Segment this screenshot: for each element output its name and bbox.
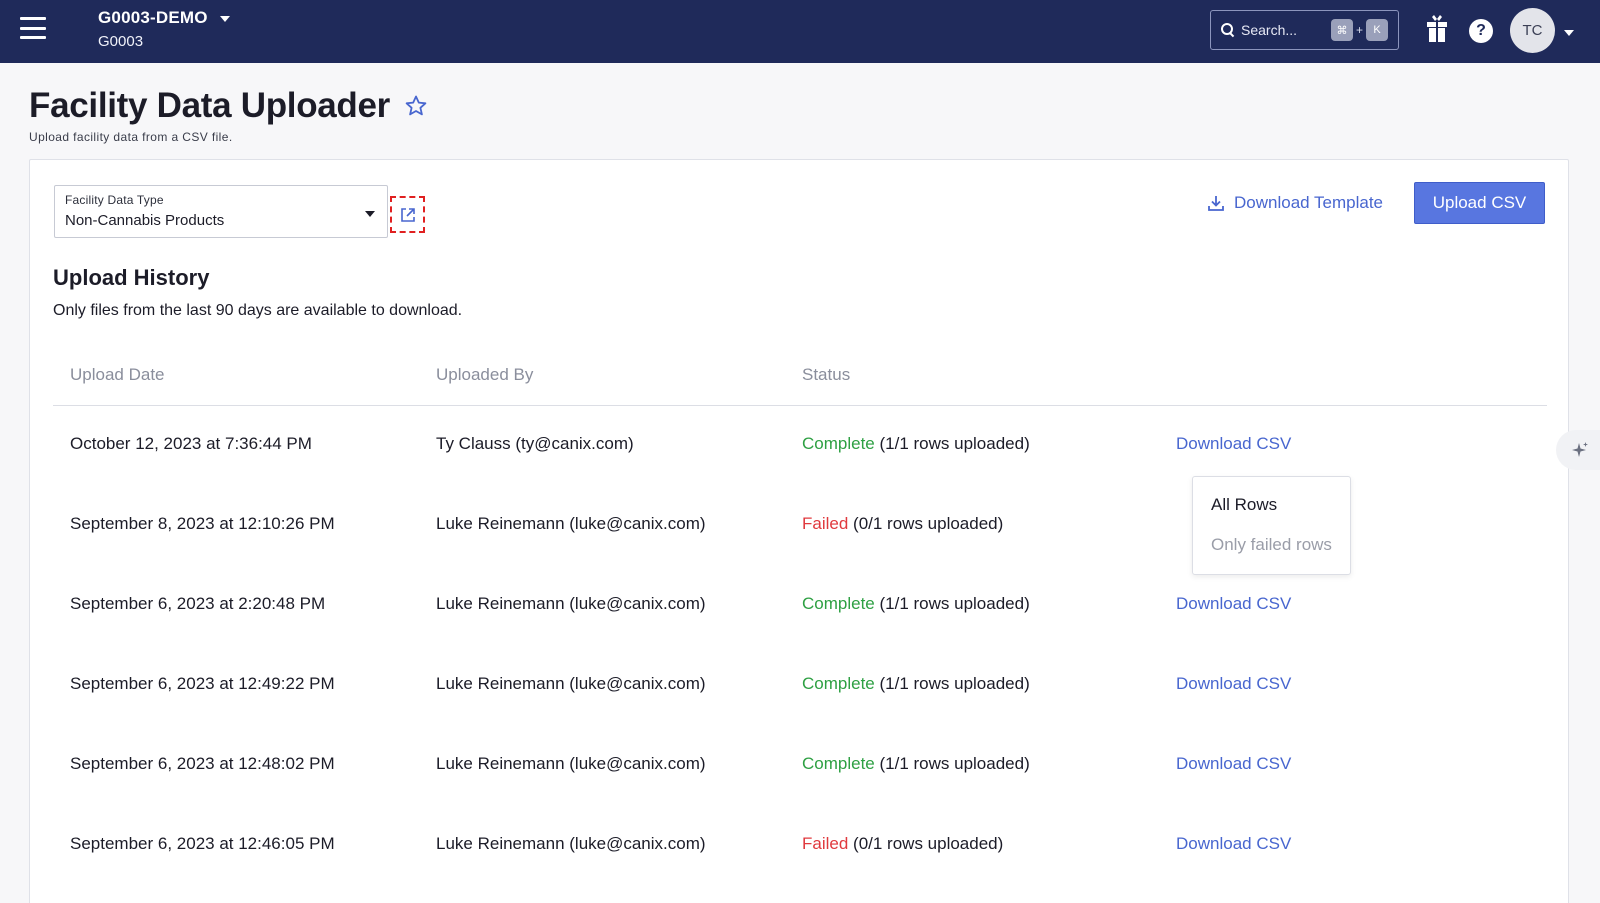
search-input[interactable]: Search... ⌘ + K <box>1210 10 1399 50</box>
uploaded-by: Luke Reinemann (luke@canix.com) <box>436 514 706 533</box>
menu-item-all-rows[interactable]: All Rows <box>1193 495 1350 535</box>
external-link-button[interactable] <box>390 196 425 233</box>
table-row: September 6, 2023 at 12:49:22 PM Luke Re… <box>53 646 1547 726</box>
status: Complete (1/1 rows uploaded) <box>802 434 1030 454</box>
download-csv-link[interactable]: Download CSV <box>1176 754 1291 774</box>
column-header-uploaded-by[interactable]: Uploaded By <box>436 365 533 385</box>
ai-assistant-button[interactable] <box>1556 430 1600 470</box>
status-detail: (1/1 rows uploaded) <box>874 594 1030 613</box>
top-bar: G0003-DEMO G0003 Search... ⌘ + K ? TC <box>0 0 1600 63</box>
gift-icon[interactable] <box>1425 15 1449 43</box>
sparkle-icon <box>1572 442 1588 457</box>
table-row: September 6, 2023 at 12:48:02 PM Luke Re… <box>53 726 1547 806</box>
download-icon <box>1208 196 1224 211</box>
status-label: Failed <box>802 514 849 533</box>
status-detail: (1/1 rows uploaded) <box>874 754 1030 773</box>
shortcut-plus: + <box>1355 23 1363 37</box>
status: Complete (1/1 rows uploaded) <box>802 594 1030 614</box>
chevron-down-icon <box>219 16 230 22</box>
menu-item-only-failed-rows[interactable]: Only failed rows <box>1193 535 1350 575</box>
help-icon[interactable]: ? <box>1469 19 1493 43</box>
table-row: September 6, 2023 at 2:20:48 PM Luke Rei… <box>53 566 1547 646</box>
select-value: Non-Cannabis Products <box>65 212 225 229</box>
avatar-chevron-down-icon[interactable] <box>1564 30 1574 36</box>
download-template-label: Download Template <box>1234 193 1383 212</box>
upload-date: September 6, 2023 at 12:49:22 PM <box>70 674 335 693</box>
search-placeholder: Search... <box>1241 22 1298 38</box>
status: Complete (1/1 rows uploaded) <box>802 674 1030 694</box>
status-label: Complete <box>802 594 875 613</box>
status-detail: (0/1 rows uploaded) <box>848 514 1004 533</box>
table-row: October 12, 2023 at 7:36:44 PM Ty Clauss… <box>53 406 1547 486</box>
facility-data-type-select[interactable]: Facility Data Type Non-Cannabis Products <box>54 185 388 238</box>
column-header-upload-date[interactable]: Upload Date <box>70 365 165 385</box>
shortcut-k-key: K <box>1366 19 1388 41</box>
select-label: Facility Data Type <box>65 193 164 207</box>
hamburger-menu-icon[interactable] <box>20 17 46 39</box>
download-csv-link[interactable]: Download CSV <box>1176 434 1291 454</box>
status-detail: (0/1 rows uploaded) <box>848 834 1004 853</box>
external-link-icon <box>400 207 415 222</box>
download-csv-link[interactable]: Download CSV <box>1176 834 1291 854</box>
org-id: G0003 <box>98 33 144 50</box>
table-row: September 6, 2023 at 12:46:05 PM Luke Re… <box>53 806 1547 886</box>
upload-csv-button[interactable]: Upload CSV <box>1414 182 1545 224</box>
uploaded-by: Luke Reinemann (luke@canix.com) <box>436 594 706 613</box>
uploaded-by: Luke Reinemann (luke@canix.com) <box>436 834 706 853</box>
download-template-button[interactable]: Download Template <box>1208 193 1383 213</box>
upload-history-note: Only files from the last 90 days are ava… <box>53 302 463 319</box>
uploaded-by: Ty Clauss (ty@canix.com) <box>436 434 634 453</box>
column-header-status[interactable]: Status <box>802 365 850 385</box>
status: Complete (1/1 rows uploaded) <box>802 754 1030 774</box>
upload-date: October 12, 2023 at 7:36:44 PM <box>70 434 312 453</box>
upload-date: September 6, 2023 at 2:20:48 PM <box>70 594 326 613</box>
download-csv-link[interactable]: Download CSV <box>1176 674 1291 694</box>
search-icon <box>1221 23 1235 37</box>
download-options-menu: All Rows Only failed rows <box>1192 476 1351 575</box>
upload-history-title: Upload History <box>53 265 210 290</box>
status-label: Failed <box>802 834 849 853</box>
org-name: G0003-DEMO <box>98 8 208 27</box>
upload-date: September 8, 2023 at 12:10:26 PM <box>70 514 335 533</box>
status: Failed (0/1 rows uploaded) <box>802 514 1003 534</box>
status: Failed (0/1 rows uploaded) <box>802 834 1003 854</box>
status-label: Complete <box>802 434 875 453</box>
page-title: Facility Data Uploader <box>29 86 391 125</box>
upload-date: September 6, 2023 at 12:48:02 PM <box>70 754 335 773</box>
upload-date: September 6, 2023 at 12:46:05 PM <box>70 834 335 853</box>
org-switcher[interactable]: G0003-DEMO G0003 <box>98 8 230 50</box>
upload-history-table: Upload Date Uploaded By Status October 1… <box>53 350 1547 886</box>
star-icon[interactable] <box>404 94 428 118</box>
chevron-down-icon <box>365 211 375 217</box>
status-detail: (1/1 rows uploaded) <box>874 674 1030 693</box>
avatar[interactable]: TC <box>1510 8 1555 53</box>
page-header: Facility Data Uploader <box>29 86 428 126</box>
status-detail: (1/1 rows uploaded) <box>874 434 1030 453</box>
status-label: Complete <box>802 754 875 773</box>
download-csv-link[interactable]: Download CSV <box>1176 594 1291 614</box>
uploaded-by: Luke Reinemann (luke@canix.com) <box>436 674 706 693</box>
page-subtitle: Upload facility data from a CSV file. <box>29 130 233 144</box>
table-header: Upload Date Uploaded By Status <box>53 350 1547 406</box>
uploaded-by: Luke Reinemann (luke@canix.com) <box>436 754 706 773</box>
shortcut-cmd-key: ⌘ <box>1330 19 1353 41</box>
status-label: Complete <box>802 674 875 693</box>
